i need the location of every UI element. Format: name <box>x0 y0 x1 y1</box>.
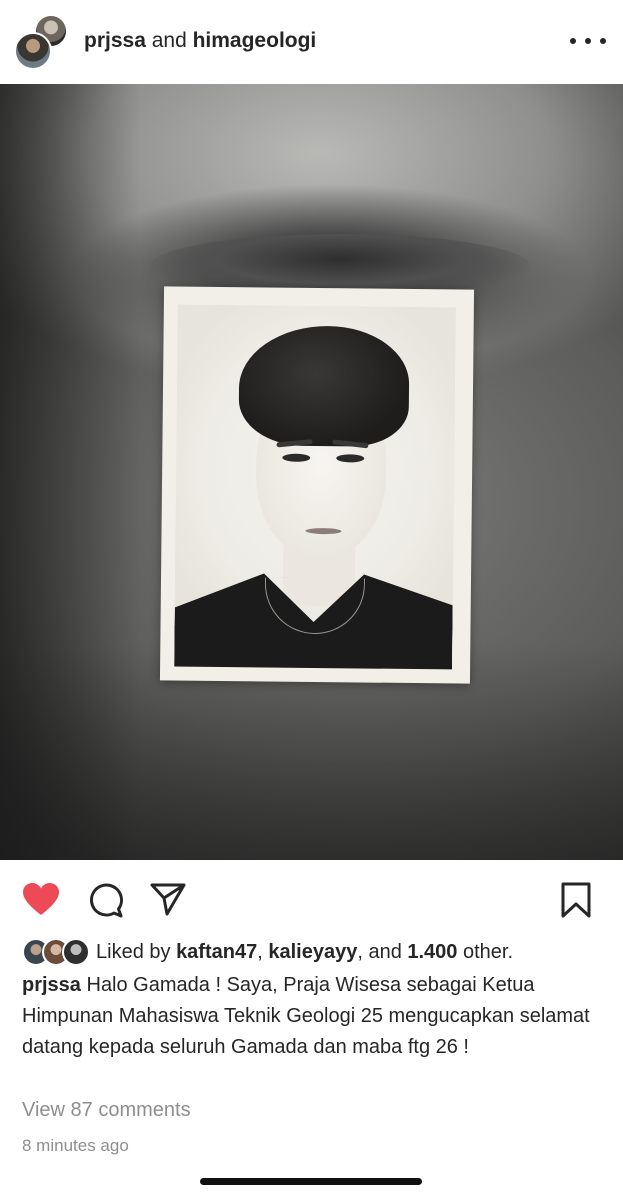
author-connector: and <box>145 29 193 52</box>
collab-avatars[interactable] <box>14 14 70 70</box>
paper-plane-icon[interactable] <box>150 882 186 916</box>
liker-avatar <box>62 938 90 966</box>
portrait-photo <box>174 304 456 670</box>
author-username-1[interactable]: prjssa <box>84 29 146 52</box>
bookmark-icon[interactable] <box>560 882 592 918</box>
action-bar <box>0 860 623 938</box>
heart-icon[interactable] <box>22 882 60 916</box>
liker-username-2[interactable]: kalieyayy <box>268 941 357 963</box>
likes-text: Liked by kaftan47, kalieyayy, and 1.400 … <box>96 941 514 963</box>
caption-text: Halo Gamada ! Saya, Praja Wisesa sebagai… <box>22 974 590 1058</box>
post-header: prjssa and himageologi <box>0 0 623 84</box>
comment-icon[interactable] <box>88 882 124 918</box>
post-timestamp: 8 minutes ago <box>22 1136 129 1155</box>
avatar-prjssa[interactable] <box>14 32 52 70</box>
likes-count[interactable]: 1.400 <box>407 941 457 963</box>
photo-portrait-card <box>159 286 475 684</box>
post-caption: prjssa Halo Gamada ! Saya, Praja Wisesa … <box>22 970 602 1063</box>
post-authors: prjssa and himageologi <box>84 29 316 53</box>
home-indicator[interactable] <box>200 1178 422 1185</box>
more-options-icon[interactable] <box>570 30 606 52</box>
likes-summary[interactable]: Liked by kaftan47, kalieyayy, and 1.400 … <box>22 936 612 970</box>
liker-avatars <box>22 938 92 966</box>
view-comments-link[interactable]: View 87 comments <box>22 1099 191 1122</box>
caption-username[interactable]: prjssa <box>22 974 81 996</box>
author-username-2[interactable]: himageologi <box>193 29 317 52</box>
liker-username-1[interactable]: kaftan47 <box>176 941 257 963</box>
post-image[interactable] <box>0 84 623 860</box>
